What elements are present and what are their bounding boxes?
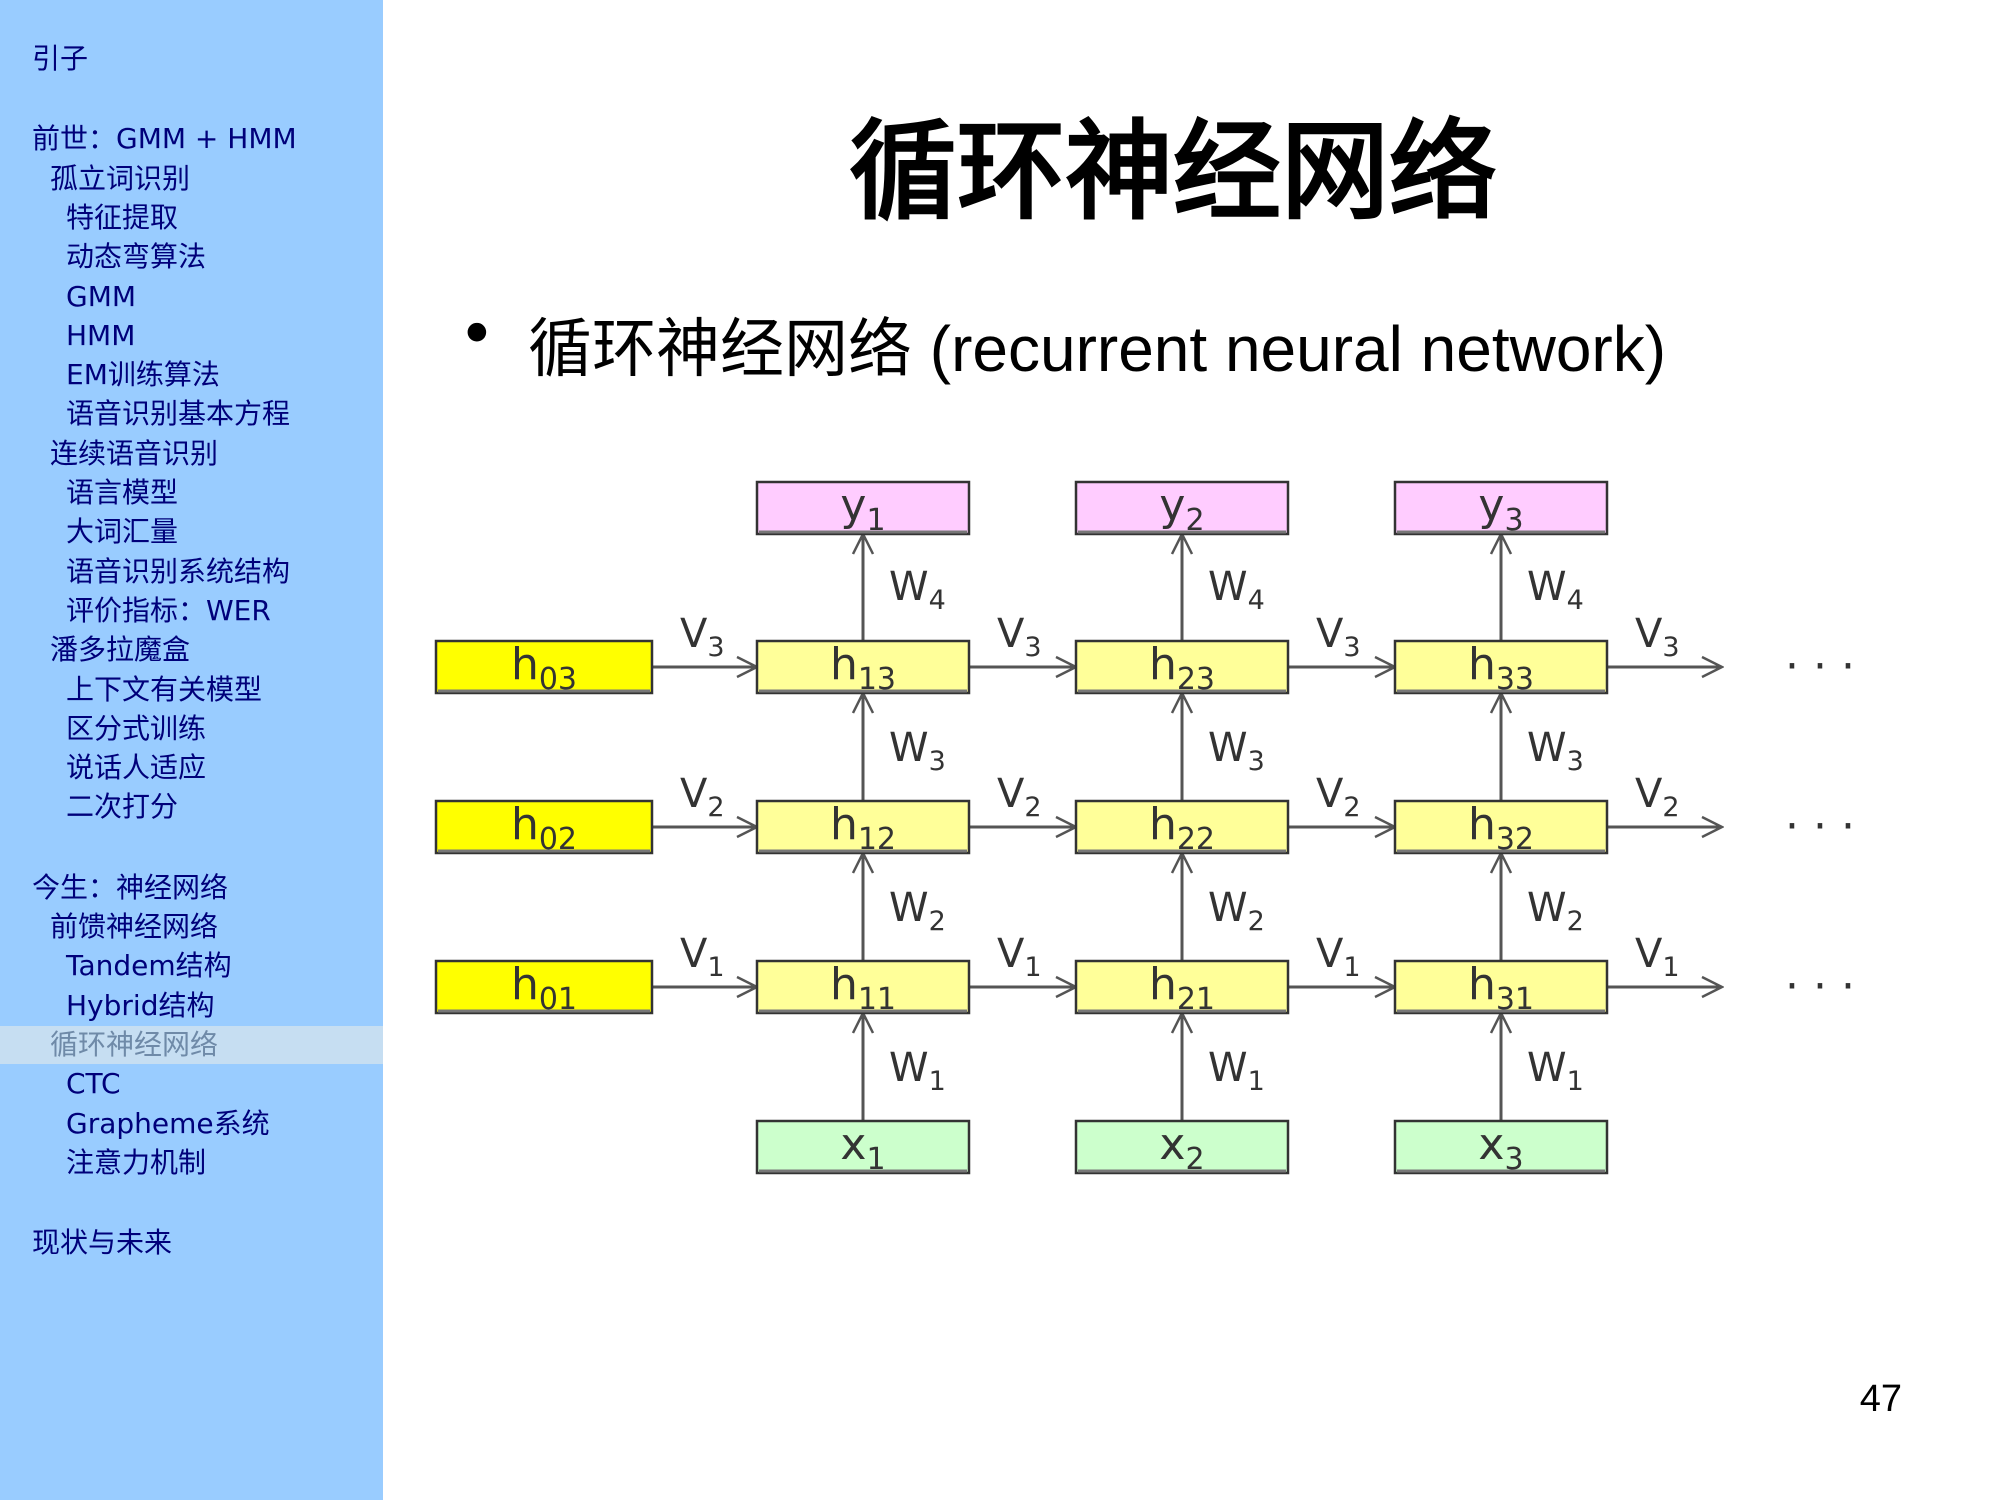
recurrent-weight-label: V3 bbox=[1316, 611, 1361, 663]
recurrent-weight-label: V1 bbox=[1316, 931, 1361, 983]
recurrent-weight-label: V2 bbox=[997, 771, 1042, 823]
output-weight-label: W4 bbox=[1527, 564, 1584, 616]
recurrent-weight-label: V2 bbox=[680, 771, 725, 823]
continuation-dots: · · · bbox=[1785, 641, 1855, 692]
input-weight-label: W1 bbox=[1527, 1045, 1584, 1097]
hidden-weight-label: W3 bbox=[889, 725, 946, 777]
recurrent-weight-label: V1 bbox=[1635, 931, 1680, 983]
input-weight-label: W1 bbox=[1208, 1045, 1265, 1097]
continuation-dots: · · · bbox=[1785, 961, 1855, 1012]
output-weight-label: W4 bbox=[889, 564, 946, 616]
recurrent-weight-label: V3 bbox=[1635, 611, 1680, 663]
hidden-weight-label: W2 bbox=[889, 885, 946, 937]
hidden-weight-label: W3 bbox=[1527, 725, 1584, 777]
recurrent-weight-label: V1 bbox=[680, 931, 725, 983]
input-weight-label: W1 bbox=[889, 1045, 946, 1097]
rnn-diagram: y1 y2 y3x1 x2 x3h03 h13 h23 h33h02 h12 h22 h32h01 h… bbox=[434, 480, 1855, 1177]
output-weight-label: W4 bbox=[1208, 564, 1265, 616]
recurrent-weight-label: V3 bbox=[680, 611, 725, 663]
recurrent-weight-label: V1 bbox=[997, 931, 1042, 983]
recurrent-weight-label: V2 bbox=[1635, 771, 1680, 823]
recurrent-weight-label: V3 bbox=[997, 611, 1042, 663]
hidden-weight-label: W2 bbox=[1208, 885, 1265, 937]
hidden-weight-label: W3 bbox=[1208, 725, 1265, 777]
recurrent-weight-label: V2 bbox=[1316, 771, 1361, 823]
continuation-dots: · · · bbox=[1785, 801, 1855, 852]
hidden-weight-label: W2 bbox=[1527, 885, 1584, 937]
